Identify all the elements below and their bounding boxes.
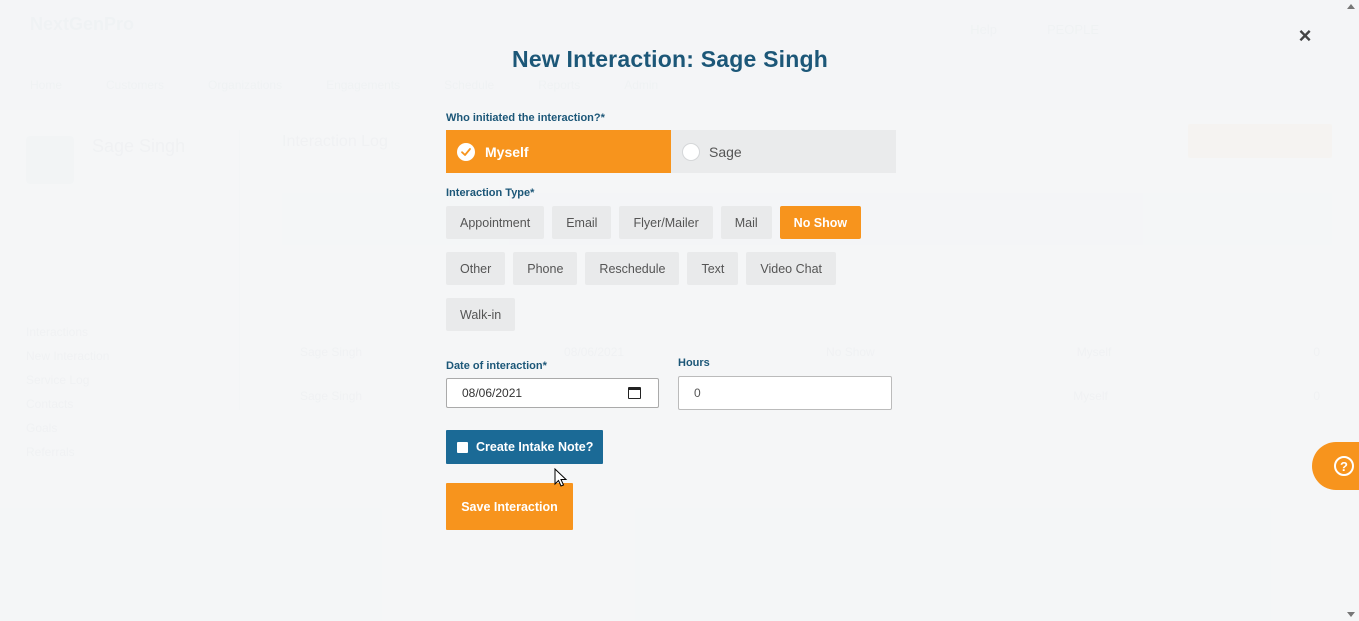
initiator-option-sage[interactable]: Sage bbox=[671, 130, 896, 173]
type-option-email[interactable]: Email bbox=[552, 206, 612, 239]
type-option-flyer-mailer[interactable]: Flyer/Mailer bbox=[619, 206, 713, 239]
create-intake-note-toggle[interactable]: Create Intake Note? bbox=[446, 430, 603, 464]
scrollbar[interactable] bbox=[1344, 0, 1359, 621]
check-icon bbox=[457, 142, 475, 161]
date-value: 08/06/2021 bbox=[462, 386, 523, 400]
interaction-type-row: Other Phone Reschedule Text Video Chat bbox=[446, 252, 836, 285]
initiator-toggle: Myself Sage bbox=[446, 130, 896, 173]
radio-icon bbox=[682, 142, 700, 161]
hours-value: 0 bbox=[694, 386, 701, 400]
interaction-type-label: Interaction Type* bbox=[446, 187, 535, 199]
save-interaction-button[interactable]: Save Interaction bbox=[446, 483, 573, 530]
date-label: Date of interaction* bbox=[446, 360, 547, 372]
type-option-text[interactable]: Text bbox=[687, 252, 739, 285]
hours-field[interactable]: 0 bbox=[678, 376, 892, 410]
scroll-down-icon[interactable] bbox=[1347, 612, 1355, 617]
type-option-other[interactable]: Other bbox=[446, 252, 506, 285]
date-field[interactable]: 08/06/2021 bbox=[446, 378, 659, 408]
modal-overlay bbox=[0, 0, 1359, 621]
close-icon[interactable]: × bbox=[1296, 25, 1314, 47]
intake-note-label: Create Intake Note? bbox=[476, 440, 594, 454]
initiator-option-myself[interactable]: Myself bbox=[446, 130, 671, 173]
type-option-reschedule[interactable]: Reschedule bbox=[585, 252, 680, 285]
initiator-label: Who initiated the interaction?* bbox=[446, 112, 605, 124]
type-option-mail[interactable]: Mail bbox=[720, 206, 772, 239]
mouse-cursor-icon bbox=[554, 468, 568, 487]
calendar-icon[interactable] bbox=[628, 387, 641, 399]
type-option-phone[interactable]: Phone bbox=[513, 252, 578, 285]
interaction-type-row: Appointment Email Flyer/Mailer Mail No S… bbox=[446, 206, 862, 239]
type-option-video-chat[interactable]: Video Chat bbox=[746, 252, 836, 285]
type-option-no-show[interactable]: No Show bbox=[779, 206, 862, 239]
scroll-up-icon[interactable] bbox=[1347, 4, 1355, 9]
hours-label: Hours bbox=[678, 357, 710, 369]
checkbox-icon bbox=[457, 441, 468, 453]
initiator-option-label: Sage bbox=[709, 143, 742, 160]
interaction-type-row: Walk-in bbox=[446, 298, 516, 331]
type-option-walk-in[interactable]: Walk-in bbox=[446, 298, 516, 331]
initiator-option-label: Myself bbox=[485, 143, 529, 160]
modal-title: New Interaction: Sage Singh bbox=[512, 46, 828, 72]
type-option-appointment[interactable]: Appointment bbox=[446, 206, 545, 239]
